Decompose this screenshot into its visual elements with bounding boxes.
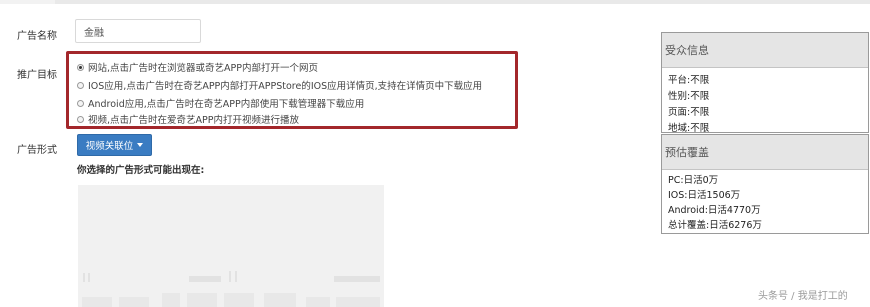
radio-ios[interactable] (77, 81, 84, 89)
radio-android[interactable] (77, 99, 84, 107)
preview-mark (83, 273, 85, 282)
preview-bar (189, 276, 221, 282)
target-option-website-label: 网站,点击广告时在浏览器或奇艺APP内部打开一个网页 (88, 63, 318, 74)
coverage-pc: PC:日活0万 (668, 175, 719, 186)
preview-mark (235, 271, 237, 282)
preview-thumb (82, 297, 112, 307)
preview-thumb (264, 293, 296, 307)
watermark-text: 头条号 / 我是打工的 (758, 291, 848, 302)
caret-down-icon (137, 143, 144, 147)
audience-gender: 性别:不限 (668, 91, 710, 102)
ad-name-input[interactable] (75, 19, 201, 43)
placement-preview (78, 185, 384, 307)
audience-platform: 平台:不限 (668, 75, 710, 86)
target-option-ios-label: IOS应用,点击广告时在奇艺APP内部打开APPStore的IOS应用详情页,支… (88, 81, 483, 92)
preview-bar (334, 276, 380, 282)
estimated-coverage-title: 预估覆盖 (662, 135, 868, 170)
preview-thumb (162, 293, 180, 307)
target-option-android[interactable]: Android应用,点击广告时在奇艺APP内部使用下载管理器下载应用 (77, 96, 364, 110)
estimated-coverage-panel: 预估覆盖 PC:日活0万 IOS:日活1506万 Android:日活4770万… (661, 134, 869, 234)
audience-info-title: 受众信息 (662, 33, 868, 68)
preview-thumb (119, 297, 149, 307)
ad-format-button-label: 视频关联位 (85, 141, 134, 152)
preview-thumb (336, 297, 380, 307)
audience-info-panel: 受众信息 平台:不限 性别:不限 页面:不限 地域:不限 (661, 32, 869, 134)
preview-thumb (187, 293, 217, 307)
placement-label: 你选择的广告形式可能出现在: (77, 165, 205, 176)
radio-video[interactable] (77, 115, 84, 123)
coverage-android: Android:日活4770万 (668, 205, 761, 216)
target-option-website[interactable]: 网站,点击广告时在浏览器或奇艺APP内部打开一个网页 (77, 60, 318, 74)
promotion-target-group: 网站,点击广告时在浏览器或奇艺APP内部打开一个网页 IOS应用,点击广告时在奇… (66, 51, 518, 129)
top-border (0, 0, 870, 4)
preview-thumb (306, 297, 330, 307)
preview-thumb (224, 293, 254, 307)
target-option-android-label: Android应用,点击广告时在奇艺APP内部使用下载管理器下载应用 (88, 99, 365, 110)
ad-format-label: 广告形式 (17, 145, 57, 156)
top-border-segment (55, 0, 870, 4)
ad-name-label: 广告名称 (17, 31, 57, 42)
target-option-ios[interactable]: IOS应用,点击广告时在奇艺APP内部打开APPStore的IOS应用详情页,支… (77, 78, 482, 92)
target-option-video-label: 视频,点击广告时在爱奇艺APP内打开视频进行播放 (88, 115, 299, 126)
preview-mark (88, 273, 90, 282)
promotion-target-label: 推广目标 (17, 70, 57, 81)
preview-mark (229, 271, 231, 282)
coverage-total: 总计覆盖:日活6276万 (668, 220, 762, 231)
ad-format-dropdown-button[interactable]: 视频关联位 (77, 134, 152, 156)
target-option-video[interactable]: 视频,点击广告时在爱奇艺APP内打开视频进行播放 (77, 112, 299, 126)
coverage-ios: IOS:日活1506万 (668, 190, 741, 201)
radio-website[interactable] (77, 63, 84, 71)
audience-page: 页面:不限 (668, 107, 710, 118)
